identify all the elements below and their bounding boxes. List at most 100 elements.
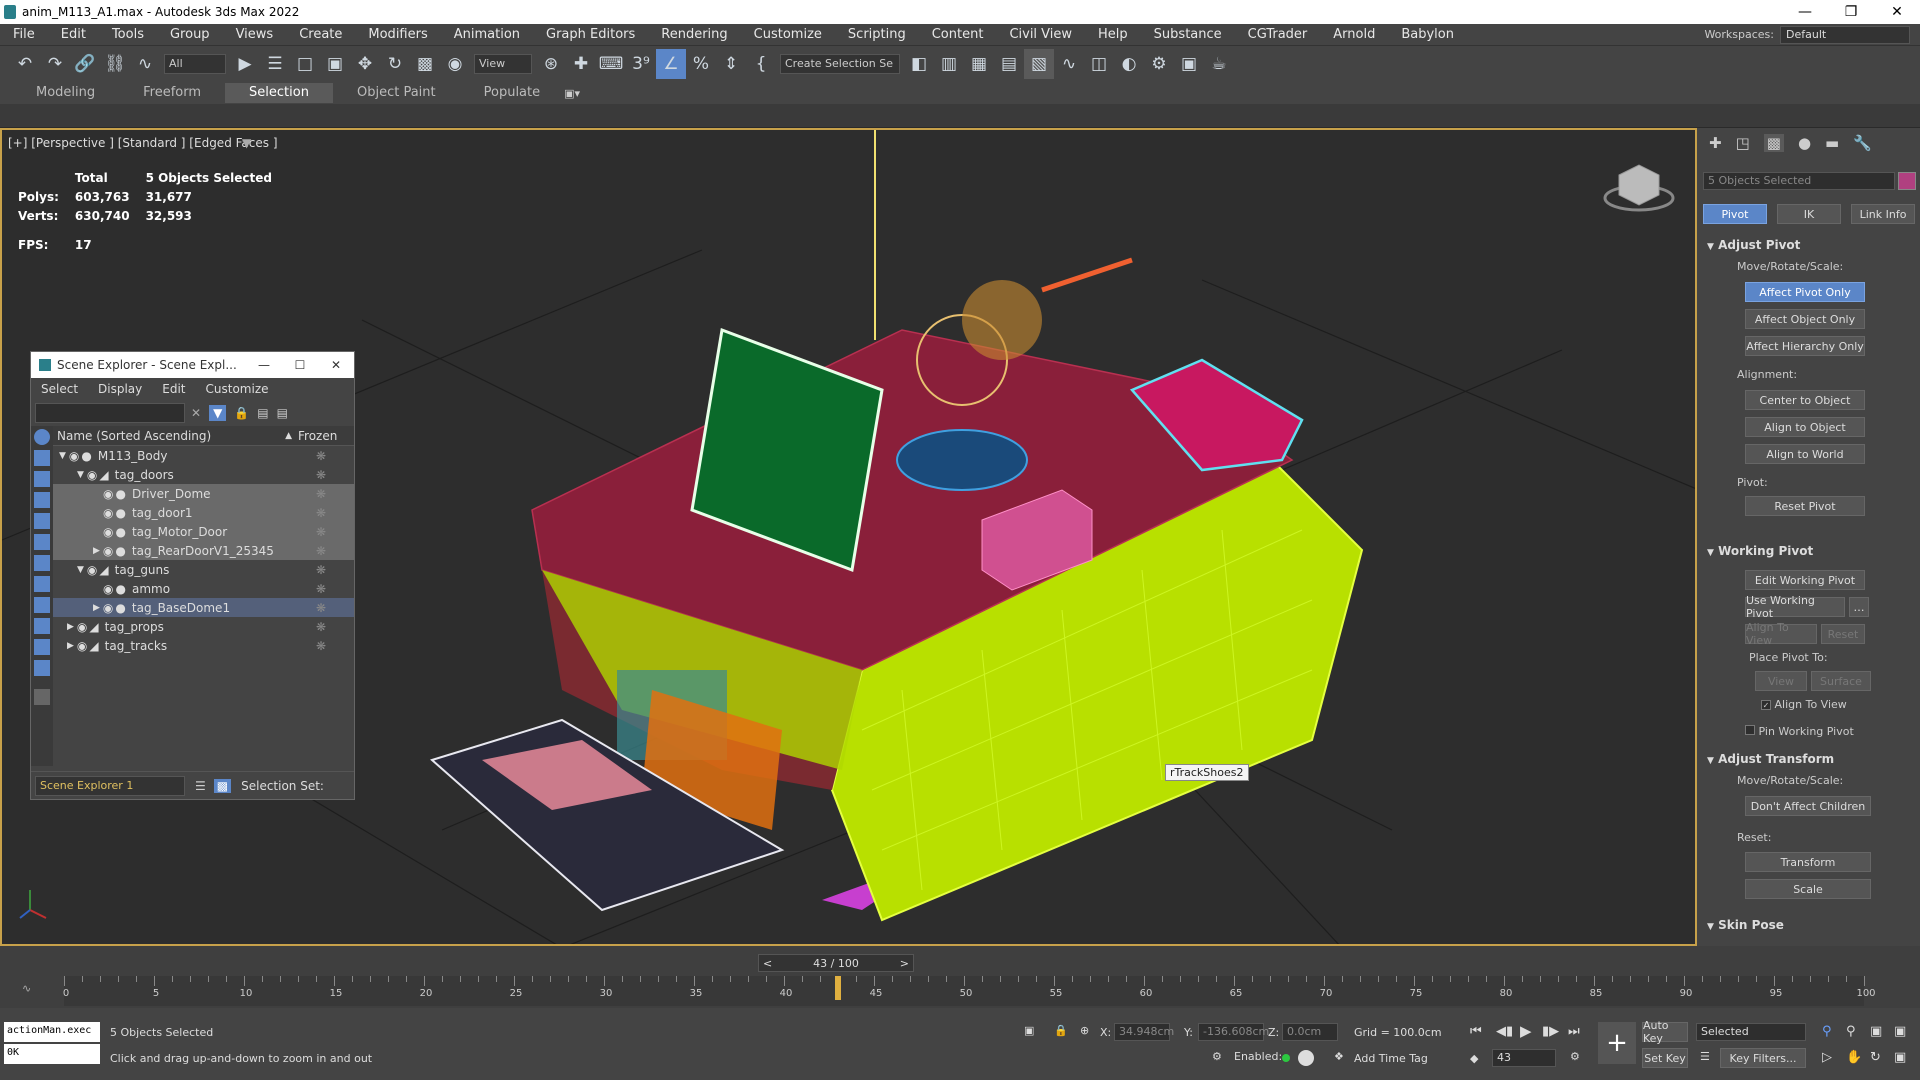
display-lights-icon[interactable] bbox=[34, 471, 50, 487]
isolate-icon[interactable]: ▣ bbox=[1024, 1024, 1034, 1037]
display-xrefs-icon[interactable] bbox=[34, 576, 50, 592]
freeze-icon[interactable]: ❋ bbox=[316, 544, 326, 558]
menu-views[interactable]: Views bbox=[223, 27, 287, 42]
ribbon-options-icon[interactable]: ▣▾ bbox=[564, 87, 580, 100]
y-coordinate-field[interactable]: -136.608cm bbox=[1198, 1023, 1269, 1041]
freeze-icon[interactable]: ❋ bbox=[316, 582, 326, 596]
menu-scripting[interactable]: Scripting bbox=[835, 27, 919, 42]
key-mode-icon[interactable]: ◆ bbox=[1470, 1052, 1478, 1065]
filter-toggle-icon[interactable]: ▼ bbox=[209, 405, 227, 421]
adaptive-degradation-icon[interactable]: ⚙ bbox=[1212, 1050, 1222, 1063]
create-tab-icon[interactable]: ✚ bbox=[1709, 134, 1722, 152]
schematic-view-icon[interactable]: ◫ bbox=[1084, 49, 1114, 79]
menu-content[interactable]: Content bbox=[919, 27, 997, 42]
curve-editor-icon[interactable]: ∿ bbox=[1054, 49, 1084, 79]
tree-row-tag-basedome1[interactable]: ▶ ◉ ● tag_BaseDome1 ❋ bbox=[53, 598, 354, 617]
object-color-swatch[interactable] bbox=[1898, 172, 1916, 190]
expand-all-icon[interactable]: ▤ bbox=[257, 406, 268, 420]
set-key-button[interactable]: Set Key bbox=[1642, 1048, 1688, 1068]
display-geometry-icon[interactable] bbox=[34, 429, 50, 445]
display-frozen-icon[interactable] bbox=[34, 639, 50, 655]
reset-scale-button[interactable]: Scale bbox=[1745, 879, 1871, 899]
rotate-icon[interactable]: ↻ bbox=[380, 49, 410, 79]
toggle-ribbon-icon[interactable]: ▤ bbox=[994, 49, 1024, 79]
layer-explorer-icon[interactable]: ▦ bbox=[964, 49, 994, 79]
go-to-end-icon[interactable]: ⏭ bbox=[1568, 1024, 1580, 1039]
tree-row-tag-props[interactable]: ▶ ◉ ◢ tag_props ❋ bbox=[53, 617, 354, 636]
affect-object-only-button[interactable]: Affect Object Only bbox=[1745, 309, 1865, 329]
display-containers-icon[interactable] bbox=[34, 618, 50, 634]
workspace-dropdown[interactable]: Default bbox=[1780, 25, 1910, 44]
maximize-icon[interactable]: ☐ bbox=[282, 358, 318, 372]
tab-populate[interactable]: Populate bbox=[460, 83, 565, 103]
tab-object-paint[interactable]: Object Paint bbox=[333, 83, 460, 103]
align-to-view-checkbox[interactable]: ✓ Align To View bbox=[1761, 698, 1847, 711]
use-working-pivot-button[interactable]: Use Working Pivot bbox=[1745, 594, 1845, 620]
edit-working-pivot-button[interactable]: Edit Working Pivot bbox=[1745, 570, 1865, 590]
move-icon[interactable]: ✥ bbox=[350, 49, 380, 79]
absolute-mode-icon[interactable]: ⊕ bbox=[1080, 1024, 1089, 1037]
edit-named-sets-icon[interactable]: { bbox=[746, 49, 776, 79]
se-menu-display[interactable]: Display bbox=[88, 382, 152, 396]
zoom-extents-icon[interactable]: ▣ bbox=[1870, 1024, 1882, 1039]
tree-row-tag-motor-door[interactable]: ◉ ● tag_Motor_Door ❋ bbox=[53, 522, 354, 541]
next-frame-icon[interactable]: ▮▶ bbox=[1542, 1024, 1559, 1039]
mirror-icon[interactable]: ◧ bbox=[904, 49, 934, 79]
select-object-icon[interactable]: ▶ bbox=[230, 49, 260, 79]
redo-icon[interactable]: ↷ bbox=[40, 49, 70, 79]
working-pivot-reset-button[interactable]: Reset bbox=[1821, 624, 1865, 644]
collapse-arrow-icon[interactable]: ▼ bbox=[59, 451, 66, 461]
column-frozen-header[interactable]: Frozen bbox=[298, 429, 354, 443]
current-frame-marker[interactable] bbox=[835, 976, 841, 1000]
visibility-eye-icon[interactable]: ◉ bbox=[103, 487, 113, 501]
x-coordinate-field[interactable]: 34.948cm bbox=[1114, 1023, 1174, 1041]
menu-substance[interactable]: Substance bbox=[1141, 27, 1235, 42]
visibility-eye-icon[interactable]: ◉ bbox=[77, 620, 87, 634]
rendered-frame-icon[interactable]: ▣ bbox=[1174, 49, 1204, 79]
keyboard-shortcut-icon[interactable]: ⌨ bbox=[596, 49, 626, 79]
visibility-eye-icon[interactable]: ◉ bbox=[103, 601, 113, 615]
time-tag-icon[interactable]: ❖ bbox=[1334, 1050, 1344, 1063]
hierarchy-tab-icon[interactable]: ▩ bbox=[1763, 134, 1784, 152]
display-bones-icon[interactable] bbox=[34, 597, 50, 613]
display-shapes-icon[interactable] bbox=[34, 450, 50, 466]
selection-lock-icon[interactable]: 🔒 bbox=[1054, 1024, 1068, 1037]
expand-arrow-icon[interactable]: ▶ bbox=[67, 641, 74, 651]
freeze-icon[interactable]: ❋ bbox=[316, 449, 326, 463]
window-crossing-icon[interactable]: ▣ bbox=[320, 49, 350, 79]
visibility-eye-icon[interactable]: ◉ bbox=[87, 468, 97, 482]
zoom-all-icon[interactable]: ⚲ bbox=[1846, 1024, 1856, 1039]
go-to-start-icon[interactable]: ⏮ bbox=[1470, 1024, 1482, 1039]
select-manipulate-icon[interactable]: ✚ bbox=[566, 49, 596, 79]
freeze-icon[interactable]: ❋ bbox=[316, 601, 326, 615]
reset-transform-button[interactable]: Transform bbox=[1745, 852, 1871, 872]
tab-freeform[interactable]: Freeform bbox=[119, 83, 225, 103]
display-hidden-icon[interactable] bbox=[34, 660, 50, 676]
place-icon[interactable]: ◉ bbox=[440, 49, 470, 79]
named-selection-set-dropdown[interactable]: Create Selection Se bbox=[780, 54, 900, 74]
place-view-button[interactable]: View bbox=[1755, 671, 1807, 691]
undo-icon[interactable]: ↶ bbox=[10, 49, 40, 79]
filter-icon[interactable]: ▼ bbox=[242, 136, 251, 150]
tree-row-tag-tracks[interactable]: ▶ ◉ ◢ tag_tracks ❋ bbox=[53, 636, 354, 655]
freeze-icon[interactable]: ❋ bbox=[316, 563, 326, 577]
key-mode-dropdown[interactable]: Selected bbox=[1696, 1023, 1806, 1041]
auto-key-button[interactable]: Auto Key bbox=[1642, 1019, 1688, 1045]
freeze-icon[interactable]: ❋ bbox=[316, 487, 326, 501]
render-setup-icon[interactable]: ⚙ bbox=[1144, 49, 1174, 79]
visibility-eye-icon[interactable]: ◉ bbox=[69, 449, 79, 463]
modify-tab-icon[interactable]: ◳ bbox=[1736, 134, 1750, 152]
unlink-icon[interactable]: ⛓ bbox=[100, 49, 130, 79]
freeze-icon[interactable]: ❋ bbox=[316, 620, 326, 634]
freeze-icon[interactable]: ❋ bbox=[316, 468, 326, 482]
clear-search-icon[interactable]: ✕ bbox=[191, 406, 201, 420]
orbit-icon[interactable]: ↻ bbox=[1870, 1050, 1881, 1065]
menu-modifiers[interactable]: Modifiers bbox=[355, 27, 440, 42]
visibility-eye-icon[interactable]: ◉ bbox=[77, 639, 87, 653]
display-spacewarps-icon[interactable] bbox=[34, 534, 50, 550]
menu-graph-editors[interactable]: Graph Editors bbox=[533, 27, 648, 42]
tree-row-m113-body[interactable]: ▼ ◉ ● M113_Body ❋ bbox=[53, 446, 354, 465]
maximize-viewport-icon[interactable]: ▣ bbox=[1894, 1050, 1906, 1065]
working-pivot-rollout[interactable]: ▼ Working Pivot bbox=[1707, 544, 1813, 558]
dont-affect-children-button[interactable]: Don't Affect Children bbox=[1745, 796, 1871, 816]
